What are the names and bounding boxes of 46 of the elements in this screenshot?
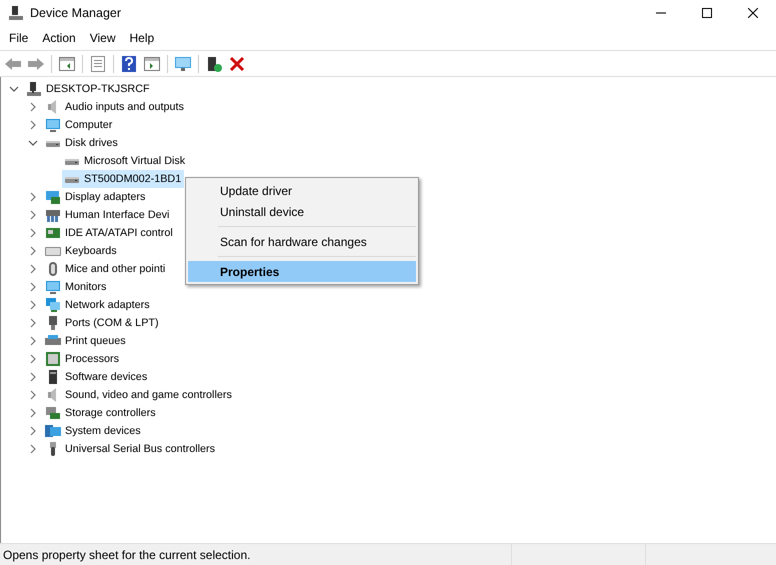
system-icon xyxy=(45,423,61,439)
tree-item[interactable]: Display adapters xyxy=(43,188,148,206)
tree-item[interactable]: Ports (COM & LPT) xyxy=(43,314,162,332)
menu-item[interactable]: Help xyxy=(122,29,162,47)
tree-item[interactable]: Microsoft Virtual Disk xyxy=(62,152,188,170)
properties-button[interactable] xyxy=(88,54,108,74)
close-icon xyxy=(748,8,758,18)
card-icon xyxy=(45,225,61,241)
tree-item[interactable]: Processors xyxy=(43,350,122,368)
menu-item[interactable]: Scan for hardware changes xyxy=(188,231,416,252)
tree-item[interactable]: Monitors xyxy=(43,278,110,296)
app-icon xyxy=(8,5,24,21)
storage-icon xyxy=(45,405,61,421)
menu-item[interactable]: Update driver xyxy=(188,180,416,201)
tree-item[interactable]: Sound, video and game controllers xyxy=(43,386,235,404)
tree-item[interactable]: IDE ATA/ATAPI control xyxy=(43,224,176,242)
tree-item[interactable]: Computer xyxy=(43,116,116,134)
tree-item[interactable]: Storage controllers xyxy=(43,404,159,422)
maximize-icon xyxy=(702,8,712,18)
tree-item[interactable]: Keyboards xyxy=(43,242,120,260)
tree-item[interactable]: DESKTOP-TKJSRCF xyxy=(24,80,153,98)
tree-item[interactable]: Universal Serial Bus controllers xyxy=(43,440,218,458)
pc-icon xyxy=(26,81,42,97)
tree-item[interactable]: Disk drives xyxy=(43,134,121,152)
tree-item[interactable]: ST500DM002-1BD1 xyxy=(62,170,184,188)
menu-item[interactable]: Properties xyxy=(188,261,416,282)
status-text: Opens property sheet for the current selection. xyxy=(2,546,252,564)
tree-item[interactable]: Mice and other pointi xyxy=(43,260,168,278)
monitor-icon xyxy=(45,117,61,133)
menu-item[interactable]: View xyxy=(82,29,122,47)
menu-item[interactable]: File xyxy=(2,29,36,47)
menu-item[interactable]: Action xyxy=(35,29,83,47)
tree-item[interactable]: Print queues xyxy=(43,332,129,350)
tree-item[interactable]: System devices xyxy=(43,422,144,440)
tree-item[interactable]: Software devices xyxy=(43,368,150,386)
help-button[interactable] xyxy=(119,54,139,74)
window-title: Device Manager xyxy=(29,6,122,20)
tree-item[interactable]: Human Interface Devi xyxy=(43,206,172,224)
hid-icon xyxy=(45,207,61,223)
tree-item[interactable]: Network adapters xyxy=(43,296,153,314)
chip-icon xyxy=(45,351,61,367)
display-icon xyxy=(45,189,61,205)
monitor-icon xyxy=(45,279,61,295)
tree-item[interactable]: Audio inputs and outputs xyxy=(43,98,187,116)
network-icon xyxy=(45,297,61,313)
menu-item[interactable]: Uninstall device xyxy=(188,201,416,222)
